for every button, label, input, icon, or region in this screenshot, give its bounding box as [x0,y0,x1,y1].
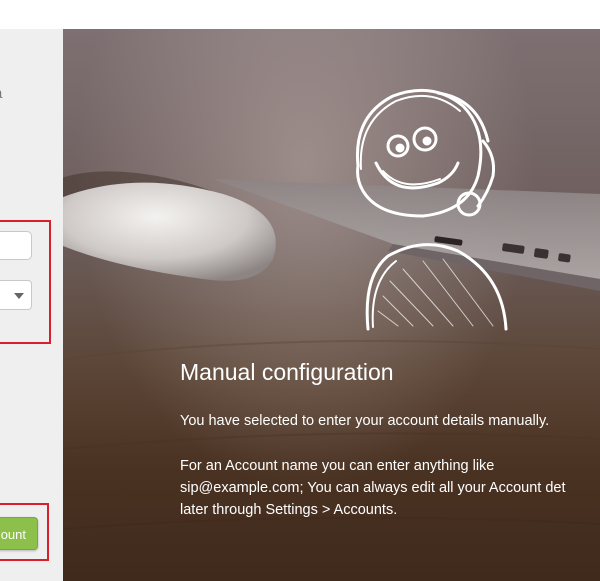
account-name-hint: For an Account name you can enter anythi… [180,458,566,518]
button-highlight-box [0,503,49,561]
form-description-text: a [0,85,2,102]
support-agent-illustration [355,88,508,331]
page-title: Manual configuration [180,359,394,385]
fields-highlight-box [0,220,51,344]
manual-config-description: You have selected to enter your account … [180,413,550,429]
form-panel: a ount [0,29,63,581]
info-panel: Manual configuration You have selected t… [63,29,600,581]
